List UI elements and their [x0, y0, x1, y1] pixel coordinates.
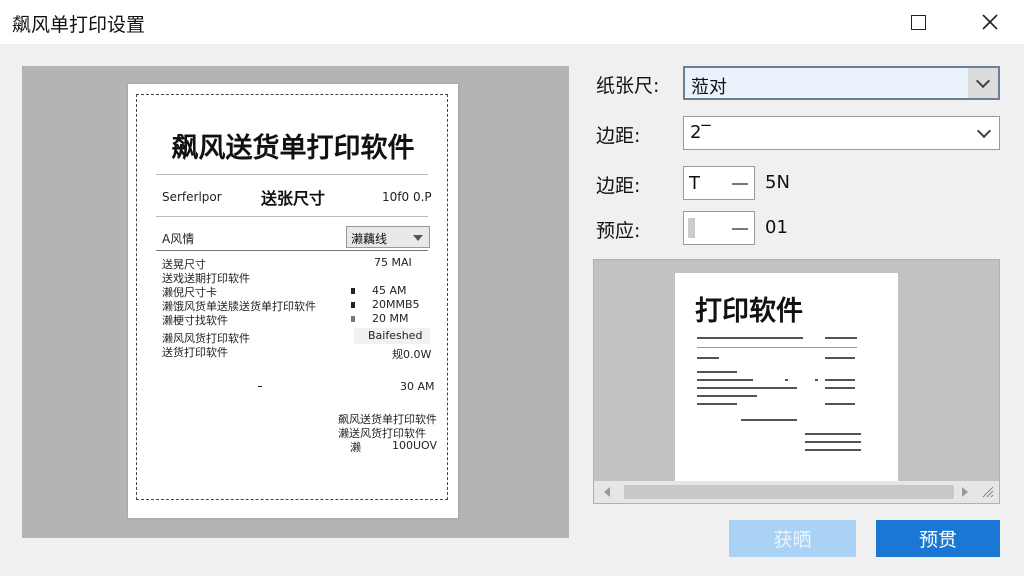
divider	[156, 174, 428, 175]
thumbnail-paper: 打印软件	[675, 273, 898, 481]
title-bar: 飙风单打印设置	[0, 0, 1024, 44]
preview-group-value: Baifeshed	[368, 329, 423, 342]
preview-item-value: 75 MAI	[374, 256, 412, 269]
thumbnail-line	[697, 379, 753, 381]
thumbnail-line	[697, 337, 779, 339]
preview-select-label: A风情	[162, 232, 195, 246]
preview-row1-right: 10f0 0.P	[382, 190, 432, 204]
preview-select-value: 濑藕线	[351, 232, 388, 246]
thumbnail-line	[805, 441, 861, 443]
margin-select[interactable]: 2‾	[683, 116, 1000, 150]
thumbnail-preview-pane[interactable]: 打印软件	[593, 259, 1000, 504]
paper-size-value: 蒞对	[691, 77, 727, 98]
minus-icon[interactable]	[732, 228, 748, 230]
horizontal-scrollbar[interactable]	[594, 481, 999, 503]
thumbnail-line	[825, 403, 855, 405]
divider	[156, 216, 428, 217]
resize-grip-icon[interactable]	[982, 486, 994, 498]
thumbnail-line	[825, 357, 855, 359]
margin-label-2: 边距:	[596, 175, 641, 197]
preview-item-value: 20MMB5	[372, 298, 420, 311]
margin-dropdown-button[interactable]	[969, 117, 999, 149]
margin-stepper[interactable]: T	[683, 166, 755, 200]
divider	[156, 250, 428, 251]
preview-item-value: 20 MM	[372, 312, 409, 325]
paper-size-dropdown-button[interactable]	[968, 68, 998, 98]
preview-row1-left: Serferlpor	[162, 190, 222, 204]
preview-button[interactable]: 预贯	[876, 520, 1000, 557]
close-icon	[982, 14, 998, 30]
thumbnail-line	[825, 379, 855, 381]
window-title: 飙风单打印设置	[12, 14, 146, 36]
preview-group-value: 规0.0W	[392, 348, 432, 361]
preset-label: 预应:	[596, 220, 641, 242]
stepper-fill	[688, 218, 695, 238]
thumbnail-line	[697, 347, 857, 348]
margin-value: 2‾	[690, 122, 711, 143]
bullet-mark	[351, 288, 355, 294]
thumbnail-line	[805, 433, 861, 435]
chevron-down-icon	[976, 123, 992, 138]
thumbnail-line	[805, 449, 861, 451]
bullet-mark	[351, 302, 355, 308]
thumbnail-line	[815, 379, 818, 381]
thumbnail-line	[741, 419, 797, 421]
paper-size-select[interactable]: 蒞对	[683, 66, 1000, 100]
scrollbar-thumb[interactable]	[624, 485, 954, 499]
thumbnail-line	[697, 395, 757, 397]
paper-size-label: 纸张尺:	[596, 75, 660, 97]
thumbnail-line	[785, 379, 788, 381]
thumbnail-line	[697, 387, 797, 389]
minus-icon[interactable]	[732, 183, 748, 185]
preview-title: 飙风送货单打印软件	[171, 133, 415, 164]
preview-paper: 飙风送货单打印软件 Serferlpor 送张尺寸 10f0 0.P A风情 濑…	[128, 84, 458, 518]
bullet-mark	[351, 316, 355, 322]
maximize-icon	[910, 14, 926, 30]
margin-value-readout: 5N	[765, 172, 790, 193]
thumbnail-line	[825, 387, 855, 389]
preview-group-line: 送货打印软件	[162, 346, 228, 359]
preview-item-label: 濑梗寸找软件	[162, 314, 228, 327]
margin-stepper-value: T	[689, 173, 700, 194]
chevron-down-icon	[975, 73, 991, 88]
disabled-action-button[interactable]: 获晒	[729, 520, 856, 557]
preset-stepper[interactable]	[683, 211, 755, 245]
close-button[interactable]	[958, 0, 1022, 44]
scroll-left-icon[interactable]	[604, 487, 610, 497]
thumbnail-line	[775, 337, 803, 339]
preview-footer-left: 濑	[350, 441, 361, 454]
preview-select: 濑藕线	[346, 226, 430, 248]
preview-item-value: 45 AM	[372, 284, 407, 297]
thumbnail-line	[825, 337, 857, 339]
thumbnail-line	[697, 403, 737, 405]
thumbnail-title: 打印软件	[695, 296, 803, 327]
preview-row1-mid: 送张尺寸	[261, 189, 326, 208]
divider	[258, 386, 262, 387]
maximize-button[interactable]	[886, 0, 950, 44]
chevron-down-icon	[413, 235, 423, 241]
scroll-right-icon[interactable]	[962, 487, 968, 497]
preview-total-value: 30 AM	[400, 380, 435, 393]
thumbnail-line	[697, 371, 737, 373]
margin-label: 边距:	[596, 125, 641, 147]
thumbnail-line	[697, 357, 719, 359]
page-preview-pane: 飙风送货单打印软件 Serferlpor 送张尺寸 10f0 0.P A风情 濑…	[22, 66, 569, 538]
preset-value-readout: 01	[765, 217, 788, 238]
preview-footer-right: 100UOV	[392, 439, 438, 452]
